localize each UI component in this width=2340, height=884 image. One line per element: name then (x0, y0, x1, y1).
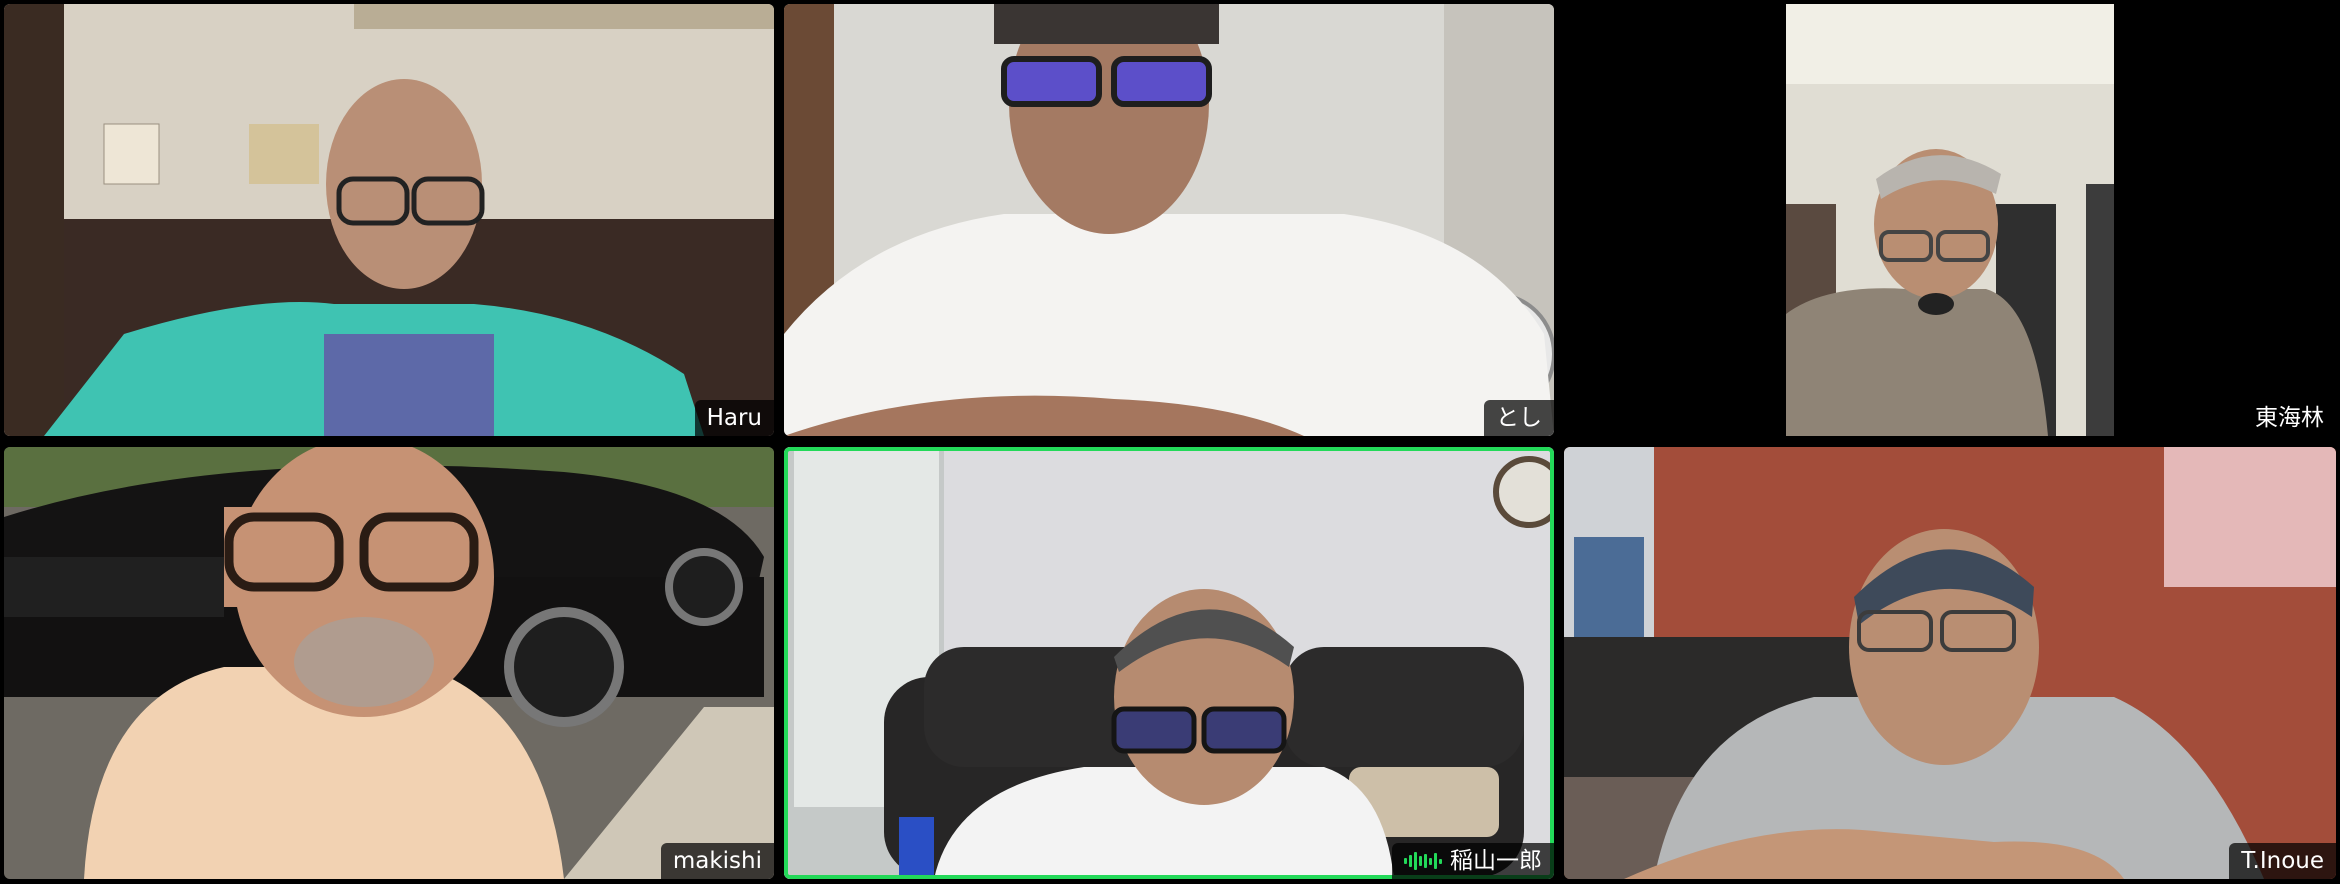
participant-name-label: makishi (660, 843, 774, 879)
participant-video (1564, 447, 2336, 879)
participant-video (784, 447, 1554, 879)
participant-tile-tinoue[interactable]: T.Inoue (1564, 447, 2336, 879)
participant-tile-haru[interactable]: Haru (4, 4, 774, 436)
participant-tile-inayama[interactable]: 稲山一郎 (784, 447, 1554, 879)
participant-name-label: とし (1484, 400, 1554, 436)
participant-name: 稲山一郎 (1450, 848, 1542, 874)
participant-tile-makishi[interactable]: makishi (4, 447, 774, 879)
participant-video (784, 4, 1554, 436)
participant-tile-shoji[interactable]: 東海林 (1564, 4, 2336, 436)
participant-name-label: Haru (694, 400, 774, 436)
video-gallery: { "gallery": { "participants": [ {"name"… (0, 0, 2340, 884)
participant-video (4, 4, 774, 436)
participant-name-label-with-audio: 稲山一郎 (1392, 843, 1554, 879)
participant-video (1786, 4, 2114, 436)
participant-tile-toshi[interactable]: とし (784, 4, 1554, 436)
participant-name-label: 東海林 (2255, 405, 2324, 431)
audio-level-icon (1404, 851, 1442, 871)
participant-name-label: T.Inoue (2229, 843, 2336, 879)
participant-video (4, 447, 774, 879)
